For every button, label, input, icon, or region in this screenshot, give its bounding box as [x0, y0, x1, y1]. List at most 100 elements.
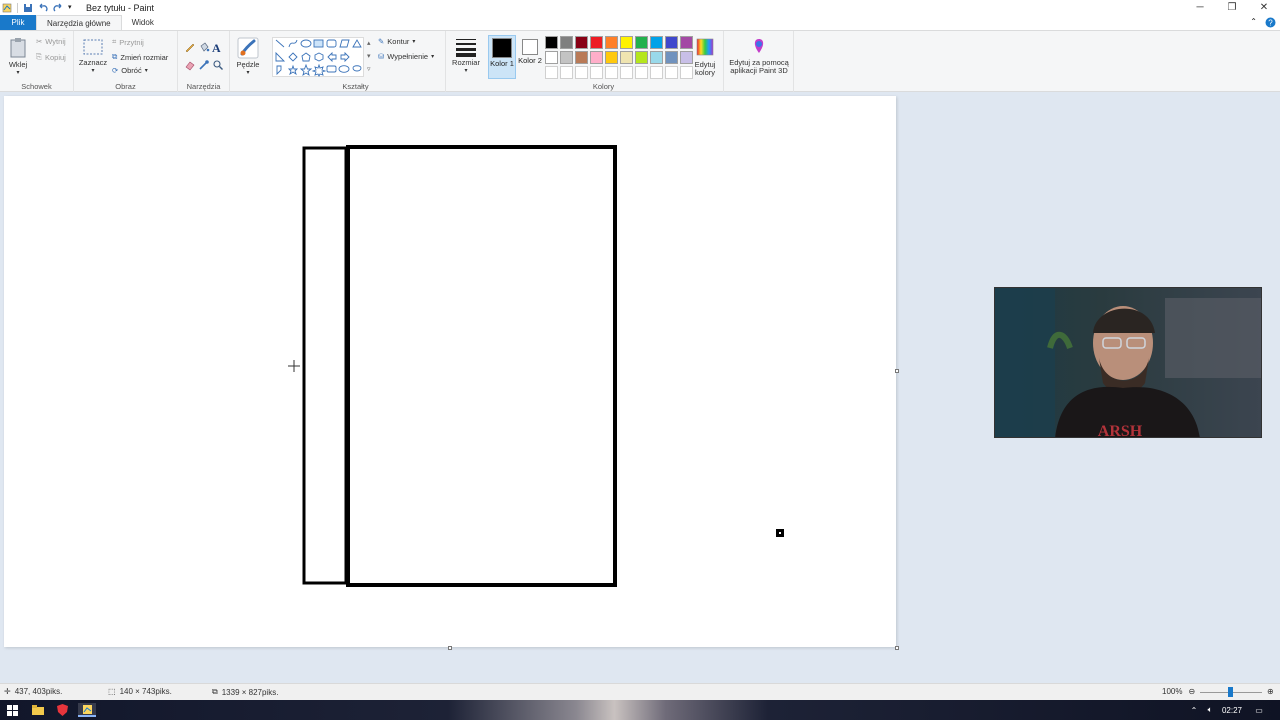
select-button[interactable]: Zaznacz ▾	[78, 37, 108, 75]
color-wheel-icon	[696, 38, 714, 56]
palette-swatch[interactable]	[575, 66, 588, 79]
save-icon[interactable]	[23, 3, 33, 13]
zoom-in-icon[interactable]: ⊕	[1267, 687, 1274, 696]
crop-button[interactable]: ⌗ Przytnij	[112, 37, 144, 47]
resize-handle-right[interactable]	[895, 369, 899, 373]
palette-swatch[interactable]	[560, 51, 573, 64]
zoom-out-icon[interactable]: ⊖	[1188, 687, 1195, 696]
pencil-icon[interactable]	[184, 41, 198, 59]
ribbon-tabs: Plik Narzędzia główne Widok ⌃ ?	[0, 15, 1280, 30]
copy-button[interactable]: ⎘ Kopiuj	[36, 52, 66, 62]
tab-view[interactable]: Widok	[122, 15, 164, 30]
rotate-button[interactable]: ⟳ Obróć ▾	[112, 66, 148, 75]
palette-swatch[interactable]	[575, 51, 588, 64]
group-size: Rozmiar ▾	[446, 31, 484, 92]
help-icon[interactable]: ?	[1265, 17, 1276, 30]
eraser-icon[interactable]	[184, 59, 198, 77]
maximize-button[interactable]: ❐	[1216, 0, 1248, 15]
minimize-button[interactable]: ─	[1184, 0, 1216, 15]
tools-grid: A	[184, 41, 226, 77]
palette-swatch[interactable]	[605, 66, 618, 79]
palette-swatch[interactable]	[635, 66, 648, 79]
palette-swatch[interactable]	[575, 36, 588, 49]
drawing-canvas[interactable]	[4, 96, 896, 647]
color1-button[interactable]: Kolor 1	[488, 35, 516, 79]
palette-swatch[interactable]	[545, 66, 558, 79]
cursor-position-text: 437, 403piks.	[14, 687, 63, 696]
shapes-gallery[interactable]	[272, 37, 364, 78]
size-button[interactable]: Rozmiar ▾	[450, 37, 482, 75]
palette-swatch[interactable]	[635, 51, 648, 64]
color2-button[interactable]: Kolor 2	[516, 35, 544, 79]
magnifier-icon[interactable]	[212, 59, 226, 77]
palette-swatch[interactable]	[635, 36, 648, 49]
palette-swatch[interactable]	[620, 66, 633, 79]
volume-icon[interactable]: 🔈︎	[1204, 703, 1216, 717]
resize-button[interactable]: ⧉ Zmień rozmiar	[112, 52, 168, 62]
start-button[interactable]	[4, 703, 20, 717]
palette-swatch[interactable]	[665, 66, 678, 79]
undo-icon[interactable]	[38, 3, 48, 13]
palette-swatch[interactable]	[545, 36, 558, 49]
notifications-icon[interactable]: ▭	[1252, 703, 1266, 717]
paint-taskbar[interactable]	[78, 703, 96, 717]
palette-swatch[interactable]	[590, 51, 603, 64]
zoom-slider-thumb[interactable]	[1228, 687, 1233, 697]
palette-swatch[interactable]	[650, 66, 663, 79]
paint-taskbar-icon	[82, 704, 92, 714]
fill-button[interactable]: ⛁ Wypełnienie ▾	[378, 52, 434, 61]
palette-swatch[interactable]	[590, 36, 603, 49]
clock[interactable]: 02:27	[1220, 703, 1244, 717]
resize-handle-bottom[interactable]	[448, 646, 452, 650]
color1-swatch	[492, 38, 512, 58]
palette-swatch[interactable]	[560, 36, 573, 49]
shapes-scroll[interactable]: ▴ ▾ ▿	[367, 37, 371, 76]
brushes-button[interactable]: Pędzle ▾	[234, 37, 262, 77]
redo-icon[interactable]	[53, 3, 63, 13]
customize-toolbar-icon[interactable]: ▾	[68, 3, 78, 13]
edit-colors-button[interactable]: Edytuj kolory	[690, 37, 720, 77]
color-picker-icon[interactable]	[198, 59, 212, 77]
canvas-workspace[interactable]: ARSH	[0, 93, 1280, 683]
paint3d-button[interactable]: Edytuj za pomocą aplikacji Paint 3D	[726, 37, 792, 75]
palette-swatch[interactable]	[650, 36, 663, 49]
close-button[interactable]: ✕	[1248, 0, 1280, 15]
select-label: Zaznacz	[78, 58, 108, 67]
clipboard-icon	[10, 38, 26, 58]
palette-swatch[interactable]	[605, 36, 618, 49]
shapes-gallery-icons	[275, 39, 362, 78]
palette-swatch[interactable]	[590, 66, 603, 79]
clock-time: 02:27	[1221, 705, 1243, 715]
text-tool-icon[interactable]: A	[212, 41, 226, 59]
paint-app-icon	[2, 3, 12, 13]
zoom-level: 100% ⊖	[1162, 687, 1195, 696]
palette-swatch[interactable]	[620, 51, 633, 64]
color2-label: Kolor 2	[518, 56, 542, 65]
palette-swatch[interactable]	[665, 36, 678, 49]
tray-chevron-icon[interactable]: ⌃	[1188, 703, 1200, 717]
tab-home[interactable]: Narzędzia główne	[36, 15, 122, 30]
collapse-ribbon-icon[interactable]: ⌃	[1250, 17, 1257, 30]
palette-swatch[interactable]	[650, 51, 663, 64]
palette-swatch[interactable]	[665, 51, 678, 64]
copy-label: Kopiuj	[45, 52, 66, 62]
scissors-icon: ✂	[36, 37, 43, 46]
paste-button[interactable]: Wklej ▾	[5, 37, 31, 77]
narrow-rectangle-shape	[302, 146, 348, 585]
palette-swatch[interactable]	[605, 51, 618, 64]
browser-taskbar[interactable]	[54, 703, 70, 717]
tab-file[interactable]: Plik	[0, 15, 36, 30]
resize-handle-corner[interactable]	[895, 646, 899, 650]
fill-bucket-icon[interactable]	[198, 41, 212, 59]
image-size-icon: ⧉	[212, 687, 218, 696]
tools-group-label: Narzędzia	[186, 82, 221, 91]
group-shapes: ▴ ▾ ▿ ✎ Kontur ▾ ⛁ Wypełnienie ▾ Kształty	[266, 31, 446, 92]
file-explorer-taskbar[interactable]	[30, 703, 46, 717]
resize-icon: ⧉	[112, 52, 118, 61]
outline-button[interactable]: ✎ Kontur ▾	[378, 37, 415, 46]
cut-button[interactable]: ✂ Wytnij	[36, 37, 66, 46]
palette-swatch[interactable]	[545, 51, 558, 64]
outline-brush-icon: ✎	[378, 37, 385, 46]
palette-swatch[interactable]	[560, 66, 573, 79]
palette-swatch[interactable]	[620, 36, 633, 49]
